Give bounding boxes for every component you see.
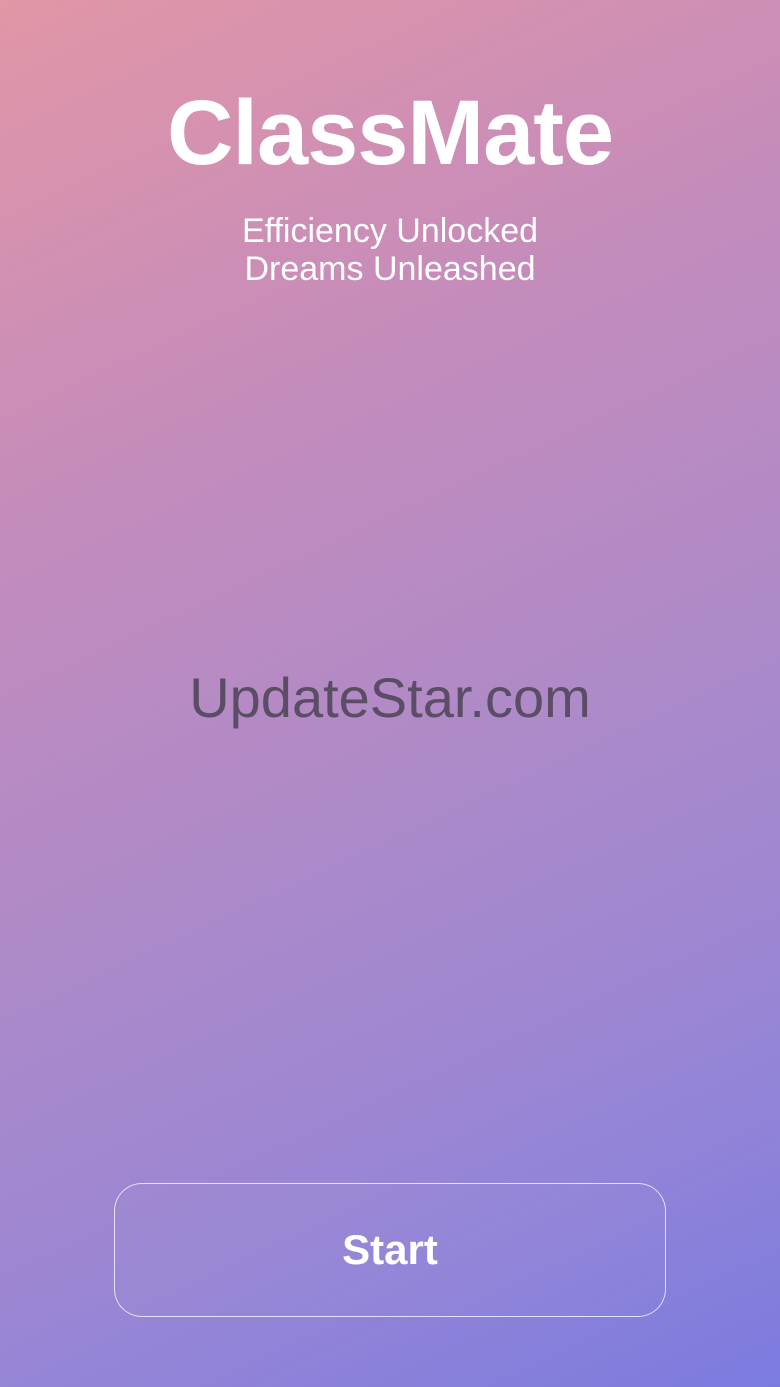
tagline-line-2: Dreams Unleashed: [244, 250, 536, 288]
start-button[interactable]: Start: [114, 1183, 666, 1317]
watermark-text: UpdateStar.com: [189, 666, 591, 729]
welcome-screen: ClassMate Efficiency Unlocked Dreams Unl…: [0, 0, 780, 1387]
tagline-line-1: Efficiency Unlocked: [241, 212, 539, 250]
app-title: ClassMate: [166, 82, 614, 184]
tagline: Efficiency Unlocked Dreams Unleashed: [0, 212, 780, 288]
